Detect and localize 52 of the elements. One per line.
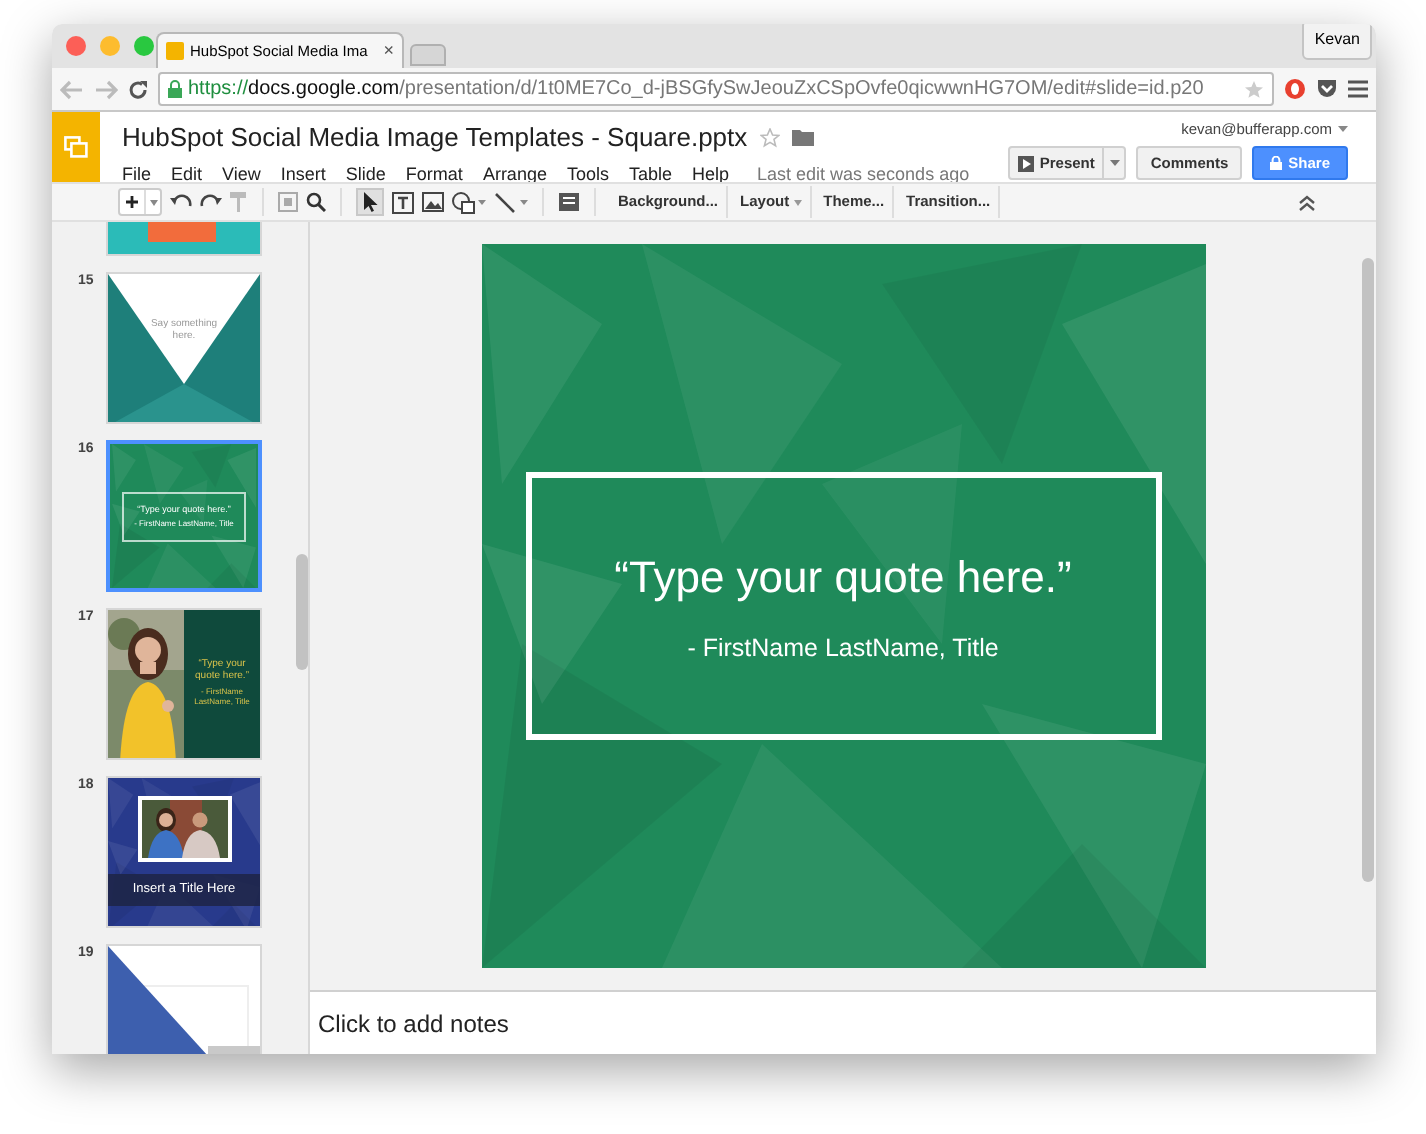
lock-icon [168, 80, 182, 98]
star-icon[interactable] [1244, 79, 1264, 99]
comment-icon[interactable] [558, 192, 580, 212]
plus-icon [120, 192, 144, 212]
line-icon[interactable] [494, 191, 528, 213]
present-dropdown-button[interactable] [1104, 146, 1127, 181]
zoom-icon[interactable] [306, 192, 326, 212]
address-bar[interactable]: https://docs.google.com/presentation/d/1t0ME7Co_d-jBSGfySwJeouZxCSpOvfe0qicwwnHG7OM/edit#slide=id.p20 [158, 72, 1274, 106]
scrollbar[interactable] [1362, 258, 1374, 882]
menu-item[interactable]: Tools [566, 161, 609, 188]
menu-item[interactable]: Edit [171, 161, 203, 188]
shape-icon[interactable] [452, 191, 486, 213]
new-slide-button[interactable] [118, 188, 162, 216]
reload-icon[interactable] [128, 79, 148, 99]
play-icon [1017, 155, 1034, 172]
menu-item[interactable]: Help [692, 161, 730, 188]
attribution-text: - FirstName LastName, Title [687, 632, 999, 667]
caret-icon [1109, 160, 1120, 167]
extension-icon[interactable] [1284, 78, 1306, 100]
lock-icon [1270, 156, 1283, 171]
profile-button[interactable]: Kevan [1302, 24, 1372, 60]
speaker-notes-field[interactable]: Click to add notes [310, 990, 1376, 1054]
undo-icon[interactable] [170, 193, 192, 211]
image-icon[interactable] [422, 192, 444, 212]
menu-item[interactable]: Arrange [482, 161, 547, 188]
slides-logo-icon [166, 42, 184, 60]
menu-icon[interactable] [1348, 80, 1368, 98]
document-title[interactable]: HubSpot Social Media Image Templates - Square.pptx [122, 118, 748, 157]
select-tool-button[interactable] [356, 188, 384, 216]
scrollbar[interactable] [296, 554, 308, 670]
quote-text: “Type your quote here.” [614, 550, 1072, 607]
slide-thumbnail[interactable] [106, 222, 262, 256]
collapse-icon[interactable] [1298, 193, 1316, 211]
url-text: https://docs.google.com/presentation/d/1t0ME7Co_d-jBSGfySwJeouZxCSpOvfe0qicwwnHG7OM/edit#slide=id.p20 [188, 76, 1206, 104]
menu-item[interactable]: Format [405, 161, 463, 188]
caret-icon [149, 199, 157, 205]
menu-item[interactable]: View [222, 161, 261, 188]
tab-close-button[interactable]: × [383, 37, 394, 65]
pocket-icon[interactable] [1316, 78, 1338, 100]
text-box-icon[interactable] [392, 191, 414, 213]
menu-item[interactable]: File [122, 161, 152, 188]
menu-item[interactable]: Slide [345, 161, 386, 188]
close-window-button[interactable] [66, 36, 86, 56]
quote-frame[interactable]: “Type your quote here.” - FirstName LastName, Title [525, 472, 1161, 740]
caret-icon[interactable] [1338, 126, 1348, 133]
menu-item[interactable]: Table [628, 161, 672, 188]
header-block [148, 222, 216, 242]
redo-icon[interactable] [200, 193, 222, 211]
folder-icon[interactable] [791, 128, 814, 147]
slide-canvas[interactable]: “Type your quote here.” - FirstName LastName, Title [481, 244, 1205, 968]
star-icon[interactable] [759, 127, 780, 148]
menu-item[interactable]: Insert [280, 161, 326, 188]
